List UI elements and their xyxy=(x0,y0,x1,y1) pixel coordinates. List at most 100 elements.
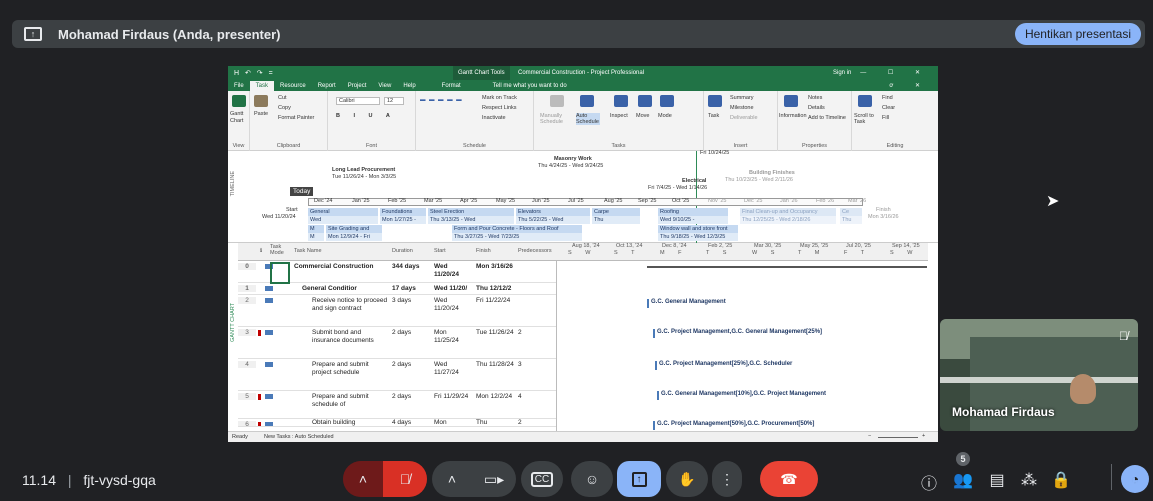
table-row[interactable]: 5 Prepare and submit schedule of 2 days … xyxy=(238,391,556,419)
ai-companion-button[interactable]: ◔ xyxy=(1121,465,1149,493)
task-start[interactable]: Wed 11/20/24 xyxy=(434,263,472,279)
task-start[interactable]: Wed 11/20/24 xyxy=(434,297,472,313)
task-name[interactable]: Receive notice to proceed and sign contr… xyxy=(312,297,388,313)
cut-button[interactable]: Cut xyxy=(278,95,287,101)
timeline-bar[interactable]: Form and Pour Concrete - Floors and Roof xyxy=(452,225,582,233)
auto-schedule-button[interactable]: Auto Schedule xyxy=(576,113,600,125)
information-button[interactable]: Information xyxy=(779,113,807,119)
task-finish[interactable]: Thu xyxy=(476,419,487,426)
task-duration[interactable]: 3 days xyxy=(392,297,411,305)
task-predecessors[interactable]: 2 xyxy=(518,419,522,426)
copy-button[interactable]: Copy xyxy=(278,105,291,111)
task-duration[interactable]: 4 days xyxy=(392,419,411,426)
inactivate-button[interactable]: Inactivate xyxy=(482,115,506,121)
timeline-bar[interactable]: Window wall and store front xyxy=(658,225,738,233)
task-start[interactable]: Wed 11/20/ xyxy=(434,285,467,293)
inspect-button[interactable]: Inspect xyxy=(610,113,628,119)
font-size-select[interactable]: 12 xyxy=(384,97,404,105)
manually-schedule-button[interactable]: Manually Schedule xyxy=(540,113,570,125)
inspect-icon[interactable] xyxy=(614,95,628,107)
task-duration[interactable]: 2 days xyxy=(392,329,411,337)
tab-project[interactable]: Project xyxy=(342,81,373,91)
task-predecessors[interactable]: 3 xyxy=(518,361,522,369)
info-column-header[interactable]: ℹ xyxy=(260,248,262,254)
timeline-bar[interactable]: Ce xyxy=(840,208,862,216)
find-button[interactable]: Find xyxy=(882,95,893,101)
host-controls-icon[interactable]: 🔒 xyxy=(1050,470,1072,490)
people-icon[interactable]: 👥 xyxy=(952,470,974,490)
task-predecessors[interactable]: 4 xyxy=(518,393,522,401)
milestone-button[interactable]: Milestone xyxy=(730,105,754,111)
deliverable-button[interactable]: Deliverable xyxy=(730,115,758,121)
mode-button[interactable]: Mode xyxy=(658,113,672,119)
timeline-bar[interactable]: Final Clean-up and Occupancy xyxy=(740,208,836,216)
paste-icon[interactable] xyxy=(254,95,268,107)
task-duration[interactable]: 17 days xyxy=(392,285,416,293)
respect-links-button[interactable]: Respect Links xyxy=(482,105,517,111)
task-mode-header[interactable]: Task Mode xyxy=(270,244,288,256)
captions-button[interactable]: CC xyxy=(521,461,563,497)
timeline-bar[interactable]: General xyxy=(308,208,378,216)
quick-access-toolbar[interactable]: H ↶ ↷ = xyxy=(234,69,275,77)
mic-toggle-button[interactable]: 🎙̸ xyxy=(383,461,427,497)
task-name-header[interactable]: Task Name xyxy=(294,248,322,254)
pin-icon[interactable] xyxy=(550,95,564,107)
notes-button[interactable]: Notes xyxy=(808,95,822,101)
font-style-buttons[interactable]: B I U A xyxy=(336,113,396,119)
tell-me-box[interactable]: Tell me what you want to do xyxy=(487,81,573,91)
window-controls[interactable]: — ☐ ✕ xyxy=(860,66,930,80)
table-row[interactable]: 4 Prepare and submit project schedule 2 … xyxy=(238,359,556,391)
percent-complete-buttons[interactable]: ▬ ▬ ▬ ▬ ▬ xyxy=(420,97,463,103)
camera-options-button[interactable]: ˄ xyxy=(432,461,472,497)
task-finish[interactable]: Tue 11/26/24 xyxy=(476,329,514,337)
zoom-in-button[interactable]: + xyxy=(922,433,925,439)
more-options-button[interactable]: ⋮ xyxy=(712,461,742,497)
task-name[interactable]: Obtain building xyxy=(312,419,355,426)
gantt-chart-area[interactable]: G.C. General Management G.C. Project Man… xyxy=(556,261,928,431)
timeline-bar[interactable]: Elevators xyxy=(516,208,590,216)
task-name[interactable]: Commercial Construction xyxy=(294,263,388,271)
activities-icon[interactable]: ⁂ xyxy=(1018,470,1040,490)
table-row[interactable]: 3 Submit bond and insurance documents 2 … xyxy=(238,327,556,359)
timeline-bar[interactable]: Foundations xyxy=(380,208,426,216)
tab-format[interactable]: Format xyxy=(436,81,467,91)
start-header[interactable]: Start xyxy=(434,248,446,254)
duration-header[interactable]: Duration xyxy=(392,248,413,254)
camera-toggle-button[interactable]: ▭▸ xyxy=(472,461,516,497)
timeline-pane[interactable]: TIMELINE Fri 10/24/25 Long Lead Procurem… xyxy=(228,150,938,243)
leave-call-button[interactable]: ☎ xyxy=(760,461,818,497)
task-duration[interactable]: 2 days xyxy=(392,393,411,401)
summary-button[interactable]: Summary xyxy=(730,95,754,101)
timeline-bar[interactable]: Carpe xyxy=(592,208,640,216)
tab-view[interactable]: View xyxy=(372,81,397,91)
task-bar[interactable] xyxy=(653,421,655,430)
raise-hand-button[interactable]: ✋ xyxy=(666,461,708,497)
add-to-timeline-button[interactable]: Add to Timeline xyxy=(808,115,846,121)
ribbon-controls[interactable]: ơ ✕ xyxy=(889,81,930,91)
task-bar[interactable] xyxy=(655,361,657,370)
fill-button[interactable]: Fill xyxy=(882,115,889,121)
font-name-select[interactable]: Calibri xyxy=(336,97,380,105)
task-name[interactable]: General Conditior xyxy=(302,285,388,293)
task-name[interactable]: Submit bond and insurance documents xyxy=(312,329,388,345)
task-start[interactable]: Fri 11/29/24 xyxy=(434,393,468,401)
info-icon[interactable]: ⓘ xyxy=(918,470,940,494)
task-start[interactable]: Wed 11/27/24 xyxy=(434,361,472,377)
sign-in-link[interactable]: Sign in xyxy=(833,66,851,80)
chat-icon[interactable]: ▤ xyxy=(986,470,1008,490)
task-bar[interactable] xyxy=(647,299,649,308)
tab-help[interactable]: Help xyxy=(397,81,421,91)
new-tasks-mode[interactable]: New Tasks : Auto Scheduled xyxy=(264,434,334,440)
task-finish[interactable]: Thu 12/12/2 xyxy=(476,285,511,293)
details-button[interactable]: Details xyxy=(808,105,825,111)
task-predecessors[interactable]: 2 xyxy=(518,329,522,337)
mic-options-button[interactable]: ˄ xyxy=(343,461,383,497)
task-finish[interactable]: Fri 11/22/24 xyxy=(476,297,510,305)
gantt-chart-icon[interactable] xyxy=(232,95,246,107)
task-finish[interactable]: Thu 11/28/24 xyxy=(476,361,514,369)
timeline-bar[interactable]: Site Grading and xyxy=(326,225,382,233)
tab-report[interactable]: Report xyxy=(312,81,342,91)
task-start[interactable]: Mon 11/25/24 xyxy=(434,329,472,345)
predecessors-header[interactable]: Predecessors xyxy=(518,248,552,254)
scroll-to-task-button[interactable]: Scroll to Task xyxy=(854,113,878,125)
